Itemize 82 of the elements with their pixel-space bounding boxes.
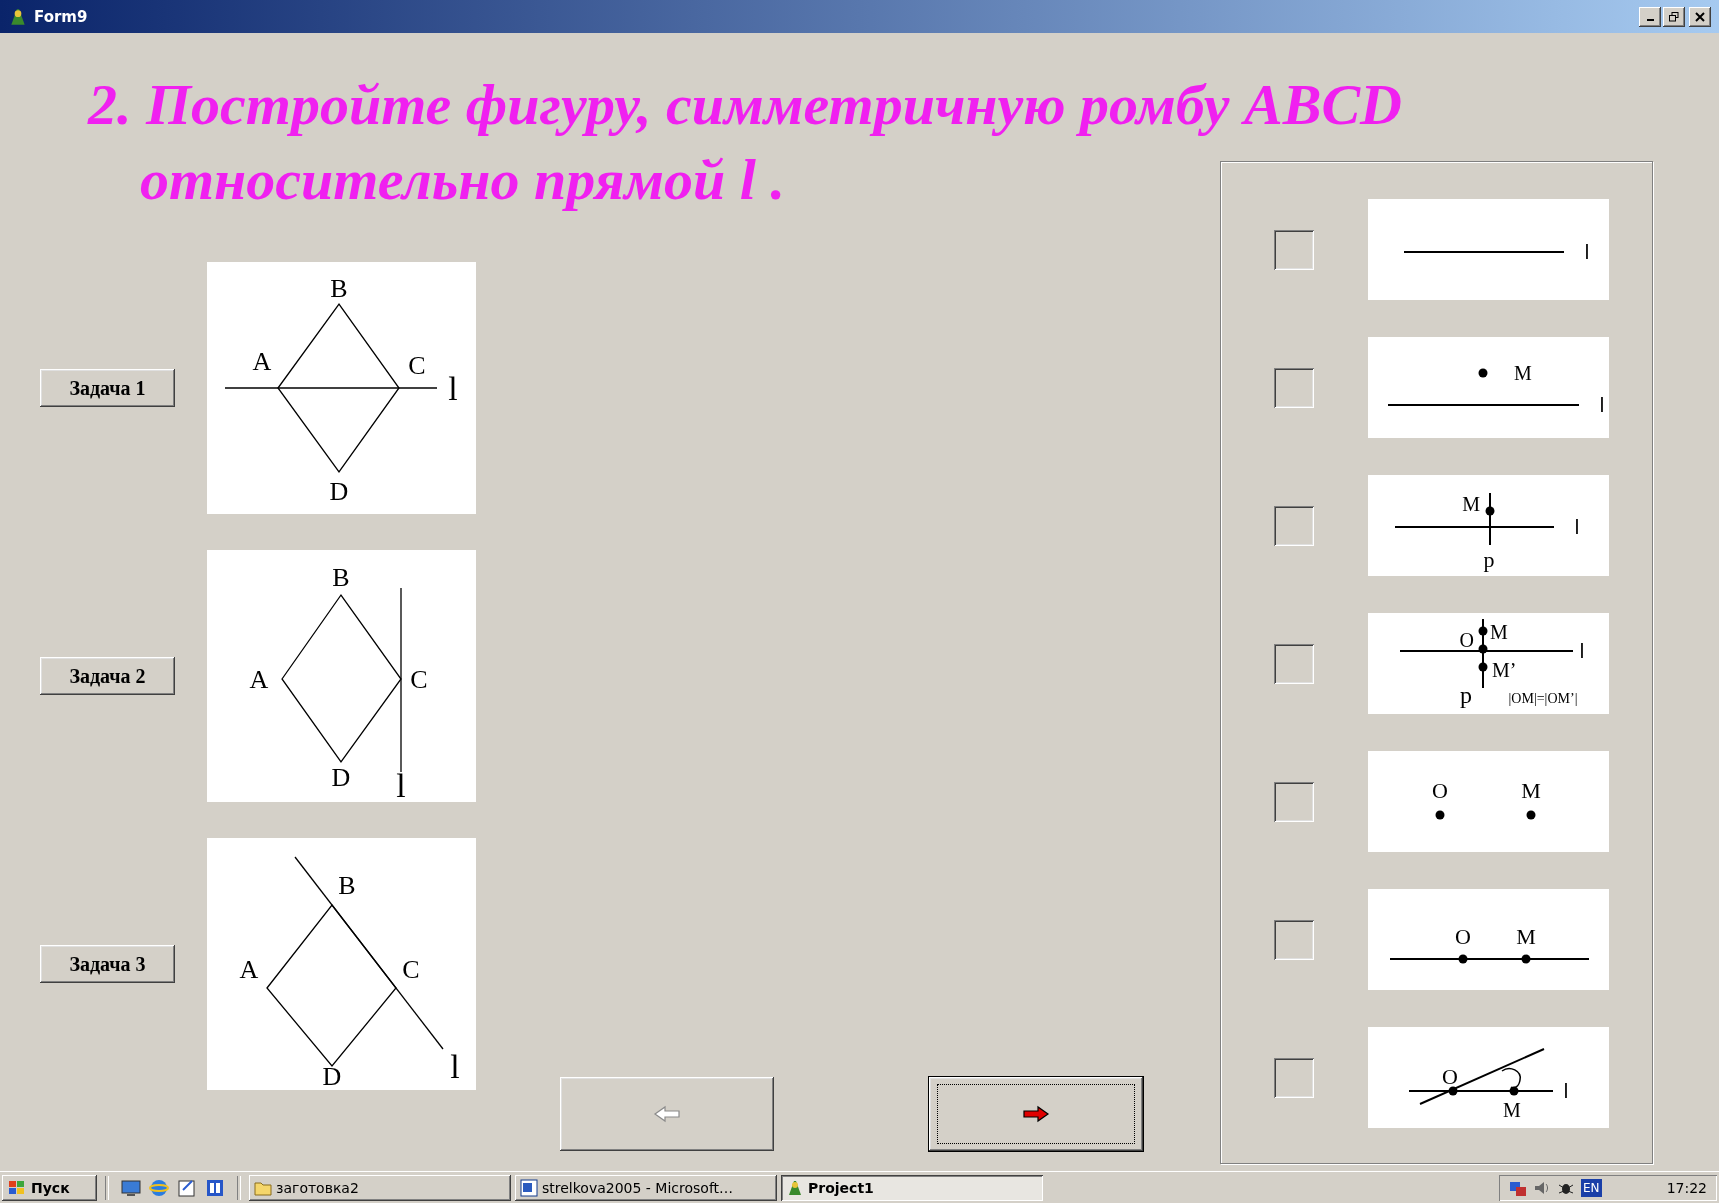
point-label: O: [1455, 924, 1471, 949]
point-label: O: [1442, 1064, 1458, 1089]
point-dot: [1478, 368, 1488, 378]
checkbox[interactable]: [1274, 919, 1314, 960]
forward-button[interactable]: [929, 1077, 1143, 1151]
task-button[interactable]: Задача 2: [40, 657, 175, 695]
desktop-icon[interactable]: [121, 1178, 141, 1197]
line-label: l: [1599, 394, 1605, 416]
point-dot: [1485, 506, 1495, 516]
vertex-label: B: [338, 871, 356, 900]
taskbar-button[interactable]: strelkova2005 - Microsoft…: [515, 1174, 777, 1201]
checkbox[interactable]: [1274, 367, 1314, 408]
point-dot: [1526, 810, 1536, 820]
vertex-label: B: [330, 274, 348, 303]
start-button[interactable]: Пуск: [2, 1174, 97, 1201]
app-icon: [8, 6, 28, 27]
left-arrow-icon: [653, 1105, 681, 1123]
checkbox[interactable]: [1274, 229, 1314, 270]
task-heading: 2. Постройте фигуру, симметричную ромбу ABCD относительно прямой l .: [86, 71, 1403, 214]
checkbox[interactable]: [1274, 643, 1314, 684]
book-icon[interactable]: [205, 1177, 225, 1198]
line-label: l: [1563, 1080, 1569, 1102]
vertex-label: B: [332, 563, 350, 592]
point-dot: [1521, 954, 1531, 964]
document-icon: [520, 1178, 538, 1197]
point-label: M: [1490, 621, 1508, 643]
task-button[interactable]: Задача 1: [40, 369, 175, 407]
point-dot: [1435, 810, 1445, 820]
clock: 17:22: [1666, 1179, 1707, 1196]
line-label: l: [1584, 241, 1590, 263]
folder-icon: [254, 1179, 272, 1196]
point-label: M: [1521, 778, 1541, 803]
line-label: l: [450, 1048, 460, 1085]
point-label: p: [1483, 547, 1495, 572]
vertex-label: C: [408, 351, 426, 380]
minimize-icon: [1646, 19, 1654, 21]
language-indicator[interactable]: EN: [1581, 1178, 1602, 1197]
minimize-button[interactable]: [1639, 6, 1661, 27]
window-title: Form9: [34, 7, 88, 26]
restore-icon: [1669, 11, 1679, 22]
checkbox[interactable]: [1274, 505, 1314, 546]
checkbox[interactable]: [1274, 781, 1314, 822]
point-label: O: [1459, 629, 1474, 651]
restore-button[interactable]: [1663, 6, 1685, 27]
point-label: M: [1503, 1099, 1521, 1121]
notepad-icon[interactable]: [177, 1177, 197, 1198]
close-icon: [1695, 11, 1705, 22]
app-icon: [786, 1178, 804, 1197]
point-dot: [1478, 626, 1488, 636]
vertex-label: D: [322, 1062, 342, 1090]
point-dot: [1509, 1086, 1519, 1096]
point-label: M: [1516, 924, 1536, 949]
point-dot: [1478, 644, 1488, 654]
close-button[interactable]: [1689, 6, 1711, 27]
line-label: l: [1579, 640, 1585, 662]
point-label: M’: [1492, 659, 1517, 681]
point-label: O: [1432, 778, 1448, 803]
task-button[interactable]: Задача 3: [40, 945, 175, 983]
checkbox[interactable]: [1274, 1057, 1314, 1098]
taskbar-button[interactable]: Project1: [781, 1174, 1043, 1201]
point-dot: [1458, 954, 1468, 964]
formula-label: |OM|=|OM’|: [1508, 691, 1578, 706]
right-arrow-icon: [1022, 1105, 1050, 1123]
vertex-label: A: [249, 665, 269, 694]
line-label: l: [1574, 516, 1580, 538]
vertex-label: D: [329, 477, 349, 506]
flag-icon: [7, 1178, 27, 1197]
rotation-arc: [1501, 1067, 1521, 1089]
line-label: l: [448, 370, 458, 407]
point-label: M: [1514, 362, 1532, 384]
vertex-label: C: [402, 955, 420, 984]
point-dot: [1448, 1086, 1458, 1096]
vertex-label: A: [252, 347, 272, 376]
taskbar-button[interactable]: заготовка2: [249, 1174, 511, 1201]
vertex-label: D: [331, 763, 351, 792]
point-label: M: [1462, 493, 1480, 515]
point-label: p: [1460, 682, 1472, 708]
point-dot: [1478, 662, 1488, 672]
globe-icon[interactable]: [149, 1177, 169, 1198]
line-label: l: [396, 767, 406, 802]
vertex-label: A: [239, 955, 259, 984]
vertex-label: C: [410, 665, 428, 694]
